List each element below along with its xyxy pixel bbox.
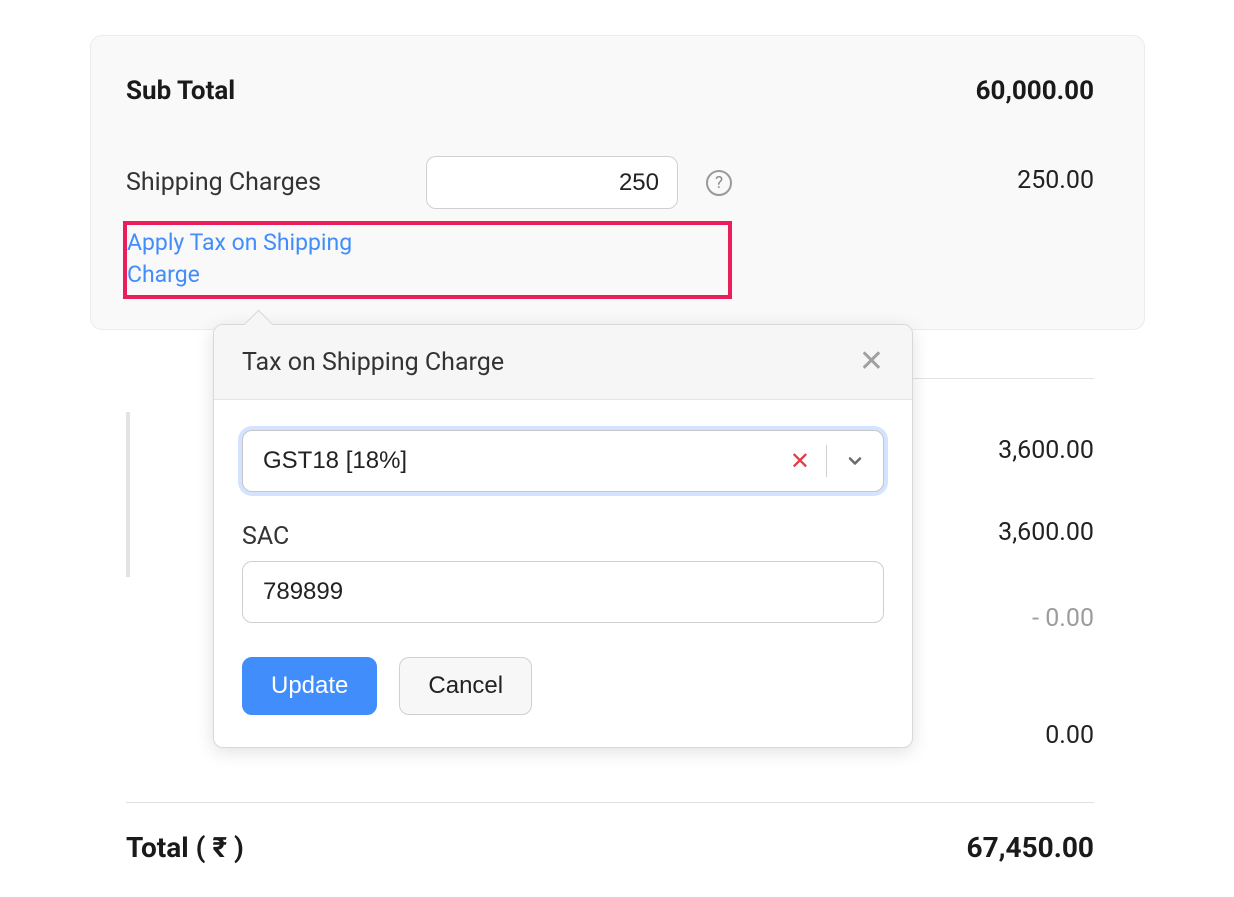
highlighted-link-area: Apply Tax on Shipping Charge [123,221,732,299]
popover-header: Tax on Shipping Charge ✕ [214,325,912,400]
shipping-row: Shipping Charges ? Apply Tax on Shipping… [126,156,1094,299]
popover-actions: Update Cancel [242,657,884,715]
subtotal-value: 60,000.00 [976,76,1094,106]
left-indent-bar [126,412,130,577]
help-icon[interactable]: ? [706,170,732,196]
sac-label: SAC [242,522,884,551]
total-row: Total ( ₹ ) 67,450.00 [126,831,1094,864]
subtotal-label: Sub Total [126,76,235,106]
adjustment-amount: - 0.00 [1032,604,1094,633]
row-separator [911,378,1094,379]
update-button[interactable]: Update [242,657,377,715]
popover-title: Tax on Shipping Charge [242,348,504,377]
cancel-button[interactable]: Cancel [399,657,532,715]
total-divider [126,802,1094,803]
tax-rate-input[interactable] [243,431,774,491]
shipping-charges-label: Shipping Charges [126,168,321,197]
apply-tax-shipping-link[interactable]: Apply Tax on Shipping Charge [127,227,372,291]
rounding-amount: 0.00 [1045,721,1094,750]
total-label: Total ( ₹ ) [126,831,244,864]
chevron-down-icon[interactable] [827,451,883,471]
totals-panel: Sub Total 60,000.00 Shipping Charges ? A… [90,35,1145,330]
tax-shipping-popover: Tax on Shipping Charge ✕ ✕ SAC Update Ca… [213,324,913,748]
popover-body: ✕ SAC Update Cancel [214,400,912,747]
sac-input[interactable] [242,561,884,623]
subtotal-row: Sub Total 60,000.00 [126,76,1094,106]
tax-rate-combobox[interactable]: ✕ [242,430,884,492]
close-icon[interactable]: ✕ [859,347,884,377]
tax-amount-1: 3,600.00 [998,436,1094,465]
total-value: 67,450.00 [967,831,1094,864]
clear-tax-icon[interactable]: ✕ [774,447,826,475]
shipping-charges-value: 250.00 [1017,166,1094,195]
tax-amount-2: 3,600.00 [998,518,1094,547]
shipping-charges-input[interactable] [426,156,678,209]
